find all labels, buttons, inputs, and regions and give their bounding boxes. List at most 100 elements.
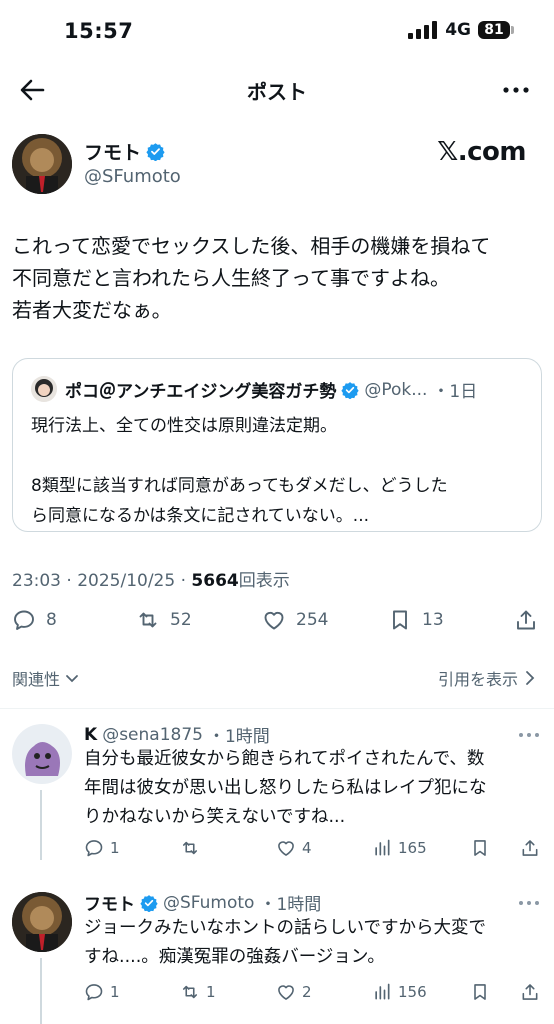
verified-badge-icon (140, 894, 158, 912)
reply-avatar[interactable] (12, 892, 72, 952)
reply-text: ジョークみたいなホントの話らしいですから大変で すね....。痴漢冤罪の強姦バー… (84, 914, 540, 972)
signal-icon (408, 21, 438, 39)
reply-text-line: りかねないから笑えないですね... (84, 807, 346, 827)
reply-reply-button[interactable]: 1 (84, 838, 120, 858)
reply-view-count: 156 (398, 983, 427, 1001)
reply-author-handle[interactable]: @SFumoto (163, 893, 254, 913)
quoted-text-line: ら同意になるかは条文に記されていない。... (31, 506, 370, 526)
heart-icon (278, 985, 294, 1000)
view-quotes-link[interactable]: 引用を表示 (438, 666, 536, 690)
like-button[interactable]: 254 (262, 608, 328, 632)
author-avatar[interactable] (12, 134, 72, 194)
share-icon (522, 984, 538, 1000)
more-horizontal-icon (519, 901, 539, 905)
quoted-post-card[interactable]: ポコ＠アンチエイジング美容ガチ勢 @Pok... ・1日 現行法上、全ての性交は… (12, 358, 542, 532)
reply-repost-count: 1 (206, 983, 216, 1001)
view-quotes-label: 引用を表示 (437, 670, 518, 689)
quoted-author-avatar (31, 376, 57, 402)
battery-level: 81 (478, 21, 510, 39)
repost-icon (182, 985, 198, 999)
reply-more-button[interactable] (518, 898, 540, 908)
reply-text-line: ジョークみたいなホントの話らしいですから大変で (84, 918, 486, 938)
quoted-text-line: 8類型に該当すれば同意があってもダメだし、どうした (31, 476, 448, 496)
reply-button[interactable]: 8 (12, 608, 57, 632)
thread-line (40, 958, 42, 1024)
lion-avatar-image (12, 892, 72, 952)
post-timestamp: 23:03 · 2025/10/25 · 5664回表示 (12, 566, 290, 591)
lion-avatar-image (12, 134, 72, 194)
reply-views-button[interactable]: 156 (372, 982, 427, 1002)
relevance-label: 関連性 (12, 670, 61, 689)
reply-more-button[interactable] (518, 730, 540, 740)
reply-bookmark-button[interactable] (470, 838, 490, 858)
reply-text-line: 自分も最近彼女から飽きられてポイされたんで、数 (84, 749, 485, 769)
share-button[interactable] (514, 608, 538, 632)
page-title: ポスト (247, 80, 307, 104)
quoted-text-line: 現行法上、全ての性交は原則違法定期。 (31, 416, 337, 436)
analytics-bar-icon (375, 983, 390, 1000)
post-text-line: これって恋愛でセックスした後、相手の機嫌を損ねて (12, 234, 491, 258)
reply-views-button[interactable]: 165 (372, 838, 427, 858)
reply-share-button[interactable] (520, 838, 540, 858)
bookmark-icon (393, 610, 407, 630)
reply-author-name[interactable]: フモト (84, 890, 135, 915)
reply-like-button[interactable]: 4 (276, 838, 312, 858)
quoted-author-name: ポコ＠アンチエイジング美容ガチ勢 (65, 382, 337, 402)
reply-avatar[interactable] (12, 724, 72, 784)
repost-icon (139, 612, 157, 628)
reply-count: 8 (46, 610, 57, 630)
reply-time: ・1時間 (259, 895, 322, 915)
post-text: これって恋愛でセックスした後、相手の機嫌を損ねて 不同意だと言われたら人生終了っ… (12, 230, 542, 326)
bookmark-icon (474, 840, 486, 856)
share-icon (522, 840, 538, 856)
author-handle[interactable]: @SFumoto (84, 166, 181, 187)
chevron-right-icon (526, 671, 535, 685)
quoted-post-header: ポコ＠アンチエイジング美容ガチ勢 @Pok... ・1日 (65, 377, 478, 403)
reply-icon (85, 840, 103, 857)
reply-reply-count: 1 (110, 839, 120, 857)
reply-text-line: すね....。痴漢冤罪の強姦バージョン。 (84, 947, 385, 967)
reply-header: フモト @SFumoto ・1時間 (84, 890, 322, 916)
bookmark-button[interactable]: 13 (388, 608, 444, 632)
reply-author-handle[interactable]: @sena1875 (102, 725, 203, 745)
reply-share-button[interactable] (520, 982, 540, 1002)
post-time: 23:03 · 2025/10/25 · (12, 571, 192, 591)
person-avatar-image (31, 376, 57, 402)
reply-like-count: 2 (302, 983, 312, 1001)
more-horizontal-icon (519, 733, 539, 737)
quoted-author-handle: @Pok... (364, 379, 428, 400)
xcom-logo: 𝕏.com (437, 137, 526, 167)
more-options-button[interactable] (502, 78, 530, 102)
network-type: 4G (445, 20, 471, 40)
reply-text-line: 年間は彼女が思い出し怒りしたら私はレイプ犯にな (84, 778, 487, 798)
status-indicators: 4G 81 (408, 20, 514, 40)
post-text-line: 若者大変だなぁ。 (12, 298, 172, 322)
reply-reply-count: 1 (110, 983, 120, 1001)
reply-repost-button[interactable] (180, 838, 206, 858)
reply-author-name[interactable]: K (84, 725, 97, 745)
sort-relevance-dropdown[interactable]: 関連性 (12, 666, 80, 690)
reply-bookmark-button[interactable] (470, 982, 490, 1002)
reply-like-count: 4 (302, 839, 312, 857)
reply-reply-button[interactable]: 1 (84, 982, 120, 1002)
quoted-post-text: 現行法上、全ての性交は原則違法定期。 8類型に該当すれば同意があってもダメだし、… (31, 411, 531, 531)
reply-header: K @sena1875 ・1時間 (84, 722, 270, 748)
view-label: 回表示 (238, 571, 290, 591)
reply-like-button[interactable]: 2 (276, 982, 312, 1002)
purple-character-avatar-image (12, 724, 72, 784)
heart-icon (264, 611, 284, 630)
analytics-bar-icon (375, 839, 390, 856)
quoted-post-time: ・1日 (432, 382, 478, 402)
reply-repost-button[interactable]: 1 (180, 982, 216, 1002)
status-time: 15:57 (64, 19, 134, 43)
repost-icon (182, 841, 198, 855)
reply-icon (14, 610, 34, 630)
like-count: 254 (296, 610, 329, 630)
repost-count: 52 (170, 610, 192, 630)
heart-icon (278, 841, 294, 856)
battery-icon: 81 (478, 21, 514, 39)
repost-button[interactable]: 52 (136, 608, 192, 632)
bookmark-count: 13 (422, 610, 444, 630)
author-name[interactable]: フモト (84, 138, 165, 165)
view-count: 5664 (191, 571, 239, 591)
